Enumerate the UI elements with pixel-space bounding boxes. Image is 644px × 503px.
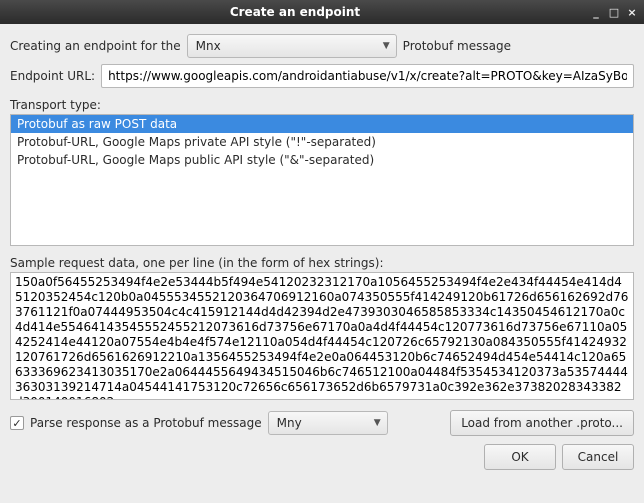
ok-button[interactable]: OK	[484, 444, 556, 470]
chevron-down-icon: ▼	[383, 42, 390, 51]
transport-type-listbox[interactable]: Protobuf as raw POST data Protobuf-URL, …	[10, 114, 634, 246]
message-type-value: Mnx	[196, 39, 221, 53]
response-type-combo[interactable]: Mny ▼	[268, 411, 388, 435]
message-row: Creating an endpoint for the Mnx ▼ Proto…	[10, 34, 634, 58]
dialog-content: Creating an endpoint for the Mnx ▼ Proto…	[0, 24, 644, 478]
message-prefix-label: Creating an endpoint for the	[10, 39, 181, 53]
sample-data-textarea[interactable]	[11, 273, 633, 399]
options-row: ✓ Parse response as a Protobuf message M…	[10, 410, 634, 436]
parse-response-checkbox[interactable]: ✓	[10, 416, 24, 430]
window-title: Create an endpoint	[4, 5, 586, 19]
window-titlebar: Create an endpoint _ □ ×	[0, 0, 644, 24]
message-type-combo[interactable]: Mnx ▼	[187, 34, 397, 58]
window-close-icon[interactable]: ×	[624, 4, 640, 20]
cancel-button[interactable]: Cancel	[562, 444, 634, 470]
window-maximize-icon[interactable]: □	[606, 4, 622, 20]
list-item[interactable]: Protobuf-URL, Google Maps private API st…	[11, 133, 633, 151]
window-minimize-icon[interactable]: _	[588, 4, 604, 20]
sample-data-label: Sample request data, one per line (in th…	[10, 256, 634, 270]
endpoint-url-label: Endpoint URL:	[10, 69, 95, 83]
endpoint-url-input[interactable]	[101, 64, 634, 88]
response-type-value: Mny	[277, 416, 302, 430]
url-row: Endpoint URL:	[10, 64, 634, 88]
dialog-buttons: OK Cancel	[10, 444, 634, 470]
list-item[interactable]: Protobuf as raw POST data	[11, 115, 633, 133]
parse-response-label: Parse response as a Protobuf message	[30, 416, 262, 430]
ok-label: OK	[511, 450, 528, 464]
transport-type-label: Transport type:	[10, 98, 634, 112]
list-item[interactable]: Protobuf-URL, Google Maps public API sty…	[11, 151, 633, 169]
load-from-proto-button[interactable]: Load from another .proto...	[450, 410, 634, 436]
sample-data-wrap	[10, 272, 634, 400]
load-from-proto-label: Load from another .proto...	[461, 416, 623, 430]
message-suffix-label: Protobuf message	[403, 39, 511, 53]
cancel-label: Cancel	[578, 450, 619, 464]
chevron-down-icon: ▼	[374, 419, 381, 428]
